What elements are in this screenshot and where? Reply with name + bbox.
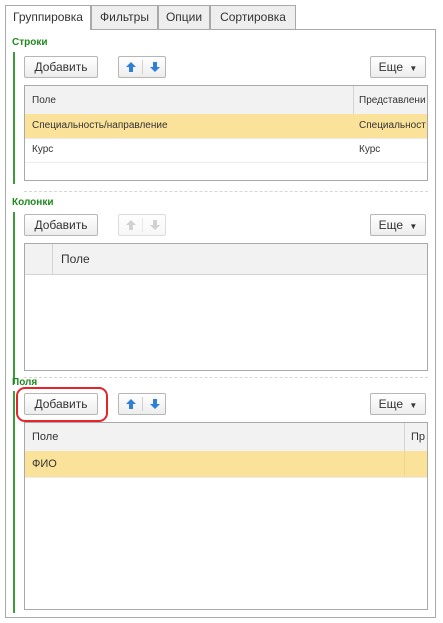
add-field-button[interactable]: Добавить [24, 393, 98, 415]
table-header: Поле Представлени [25, 86, 427, 115]
column-header-field[interactable]: Поле [61, 252, 90, 266]
tab-grouping[interactable]: Группировка [5, 5, 91, 30]
section-divider [24, 191, 428, 192]
tab-filters[interactable]: Фильтры [91, 5, 158, 29]
cell-presentation: Специальност [359, 120, 426, 131]
table-row[interactable]: Курс Курс [25, 138, 427, 163]
more-button-rows[interactable]: Еще ▼ [370, 56, 426, 78]
column-header-field[interactable]: Поле [32, 431, 58, 443]
table-row[interactable]: Специальность/направление Специальност [25, 114, 427, 139]
arrow-up-icon[interactable] [125, 61, 137, 73]
column-header-field[interactable]: Поле [32, 95, 56, 106]
rows-table: Поле Представлени Специальность/направле… [24, 85, 428, 181]
section-bar-rows [13, 52, 15, 184]
section-title-rows: Строки [12, 37, 48, 48]
more-button-fields[interactable]: Еще ▼ [370, 393, 426, 415]
move-buttons-columns [118, 214, 166, 236]
section-bar-columns [13, 212, 15, 384]
cell-presentation: Курс [359, 144, 381, 155]
columns-table: Поле [24, 243, 428, 371]
chevron-down-icon: ▼ [409, 222, 418, 231]
cell-field: Специальность/направление [32, 120, 168, 131]
move-buttons-rows [118, 56, 166, 78]
add-column-button[interactable]: Добавить [24, 214, 98, 236]
more-label: Еще [378, 218, 404, 232]
chevron-down-icon: ▼ [409, 64, 418, 73]
tab-options[interactable]: Опции [158, 5, 210, 29]
chevron-down-icon: ▼ [409, 401, 418, 410]
fields-table: Поле Пр ФИО [24, 422, 428, 610]
section-title-columns: Колонки [12, 197, 54, 208]
more-label: Еще [378, 60, 404, 74]
move-buttons-fields [118, 393, 166, 415]
section-bar-fields [13, 391, 15, 613]
arrow-down-icon[interactable] [149, 398, 161, 410]
more-label: Еще [378, 397, 404, 411]
section-divider [24, 377, 428, 378]
cell-field: ФИО [32, 458, 57, 470]
arrow-up-icon[interactable] [125, 219, 137, 231]
more-button-columns[interactable]: Еще ▼ [370, 214, 426, 236]
tab-sorting[interactable]: Сортировка [210, 5, 296, 29]
add-row-button[interactable]: Добавить [24, 56, 98, 78]
table-header: Поле Пр [25, 423, 427, 452]
table-header: Поле [25, 244, 427, 275]
cell-field: Курс [32, 144, 54, 155]
table-row[interactable]: ФИО [25, 451, 427, 478]
arrow-down-icon[interactable] [149, 219, 161, 231]
column-header-presentation[interactable]: Пр [411, 431, 427, 443]
column-header-presentation[interactable]: Представлени [359, 95, 427, 106]
arrow-down-icon[interactable] [149, 61, 161, 73]
arrow-up-icon[interactable] [125, 398, 137, 410]
